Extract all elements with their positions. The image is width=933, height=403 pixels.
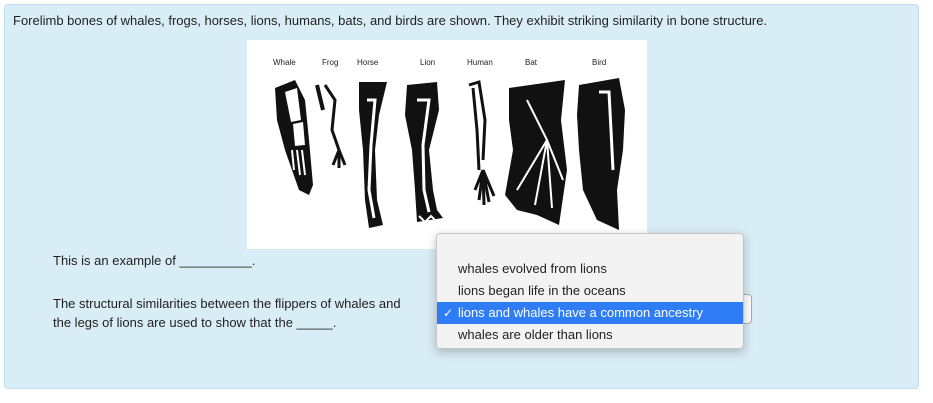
horse-forelimb-illustration [359,82,387,228]
bone-drawings [275,78,625,230]
lion-forelimb-illustration [405,82,443,224]
question-part2: The structural similarities between the … [53,294,401,332]
frog-forelimb-illustration [315,84,347,168]
dropdown-option-label: lions began life in the oceans [458,283,626,298]
forelimb-bones-figure: Whale Frog Horse Lion Human Bat Bird [247,40,647,249]
question-part2-line1: The structural similarities between the … [53,296,401,311]
dropdown-option-label: whales evolved from lions [458,261,607,276]
bat-wing-illustration [505,80,567,225]
whale-flipper-illustration [275,80,313,195]
checkmark-icon: ✓ [443,306,454,320]
answer-dropdown-menu[interactable]: whales evolved from lions lions began li… [436,233,744,349]
dropdown-option-label: whales are older than lions [458,327,613,342]
dropdown-option-3-selected[interactable]: ✓ lions and whales have a common ancestr… [437,302,743,324]
question-part2-line2: the legs of lions are used to show that … [53,315,337,330]
dropdown-option-2[interactable]: lions began life in the oceans [437,280,743,302]
human-arm-illustration [468,80,496,206]
dropdown-option-1[interactable]: whales evolved from lions [437,258,743,280]
bird-wing-illustration [577,78,625,230]
dropdown-option-4[interactable]: whales are older than lions [437,324,743,346]
dropdown-option-label: lions and whales have a common ancestry [458,305,703,320]
question-intro: Forelimb bones of whales, frogs, horses,… [13,13,768,28]
question-part1: This is an example of __________. [53,253,256,268]
